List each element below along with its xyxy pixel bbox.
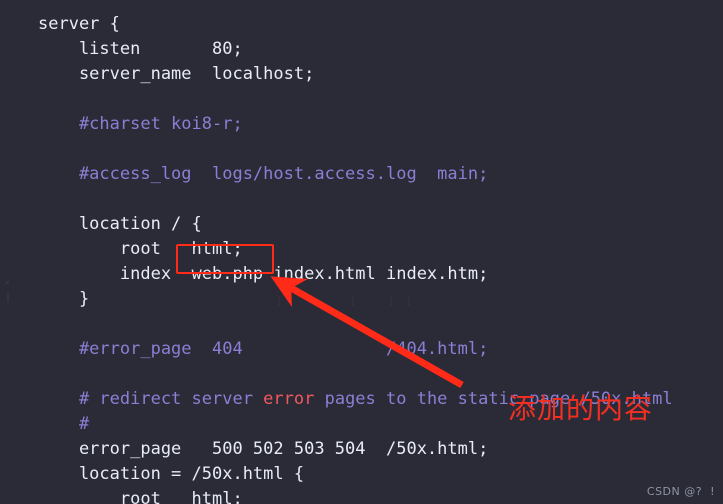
code-token: #access_log logs/host.access.log main; — [38, 164, 489, 184]
margin-artifact-tick — [7, 293, 9, 302]
code-line: server_name localhost; — [38, 62, 723, 87]
code-line: #charset koi8-r; — [38, 112, 723, 137]
csdn-watermark: CSDN @? ! — [646, 485, 715, 498]
margin-artifact-dot — [6, 281, 9, 284]
code-line: location / { — [38, 212, 723, 237]
code-line — [38, 87, 723, 112]
nginx-config-code-block[interactable]: server { listen 80; server_name localhos… — [0, 0, 723, 504]
code-line: root html; — [38, 487, 723, 504]
code-token: server { — [38, 14, 120, 34]
ghost-tick-a — [278, 297, 280, 306]
code-line — [38, 312, 723, 337]
code-line: } — [38, 287, 723, 312]
code-line: index web.php index.html index.htm; — [38, 262, 723, 287]
code-token: #error_page 404 /404.html; — [38, 339, 489, 359]
code-token: location = /50x.html { — [38, 464, 305, 484]
ghost-tick-c — [390, 297, 392, 306]
code-token: listen 80; — [38, 39, 243, 59]
code-line — [38, 362, 723, 387]
code-token: pages to the static page /50x.html — [314, 389, 673, 409]
code-token: # — [38, 414, 90, 434]
code-line — [38, 137, 723, 162]
code-line: # redirect server error pages to the sta… — [38, 387, 723, 412]
ghost-tick-b — [352, 297, 354, 306]
code-token: location / { — [38, 214, 202, 234]
code-token: root html; — [38, 239, 243, 259]
code-token: root html; — [38, 489, 243, 504]
code-line: listen 80; — [38, 37, 723, 62]
code-token: #charset koi8-r; — [38, 114, 243, 134]
code-token: error_page 500 502 503 504 /50x.html; — [38, 439, 489, 459]
code-line: server { — [38, 12, 723, 37]
code-token: error — [263, 389, 315, 409]
code-line — [38, 187, 723, 212]
code-line: # — [38, 412, 723, 437]
code-line: location = /50x.html { — [38, 462, 723, 487]
code-line: #error_page 404 /404.html; — [38, 337, 723, 362]
code-token: index web.php index.html index.htm; — [38, 264, 489, 284]
code-line: error_page 500 502 503 504 /50x.html; — [38, 437, 723, 462]
ghost-tick-d — [408, 297, 410, 306]
code-screenshot: server { listen 80; server_name localhos… — [0, 0, 723, 504]
code-line: root html; — [38, 237, 723, 262]
code-token: server_name localhost; — [38, 64, 315, 84]
code-token: # redirect server — [38, 389, 264, 409]
code-line: #access_log logs/host.access.log main; — [38, 162, 723, 187]
code-token: } — [38, 289, 90, 309]
